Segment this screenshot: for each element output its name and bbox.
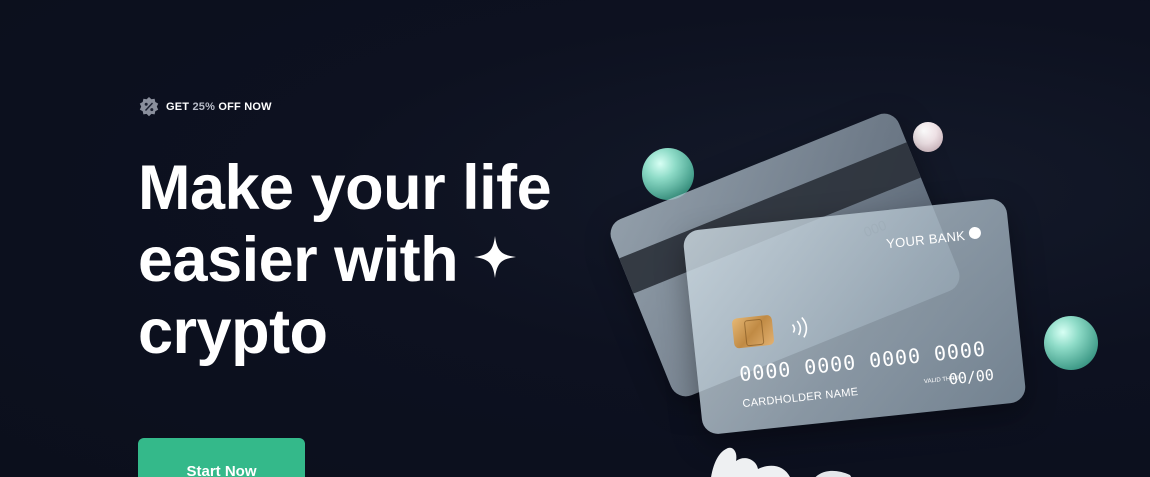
page-title: Make your life easier with crypto <box>138 152 608 368</box>
title-line-3: crypto <box>138 297 328 367</box>
pink-orb <box>913 122 943 152</box>
promo-prefix: GET <box>166 101 193 113</box>
title-line-1: Make your life <box>138 153 552 223</box>
percent-badge-icon <box>138 96 160 118</box>
sparkle-icon <box>472 223 518 295</box>
teal-orb <box>1044 316 1098 370</box>
hero-section: GET 25% OFF NOW Make your life easier wi… <box>0 0 1150 477</box>
valid-thru-label: VALID THRU <box>923 374 960 385</box>
start-now-button[interactable]: Start Now <box>138 438 305 477</box>
bank-name: YOUR BANK <box>885 228 966 252</box>
bank-logo-icon <box>968 226 982 240</box>
promo-text: GET 25% OFF NOW <box>166 101 272 113</box>
title-line-2: easier with <box>138 224 608 296</box>
promo-suffix: OFF NOW <box>215 101 272 113</box>
contactless-icon <box>788 315 813 346</box>
title-line-2-text: easier with <box>138 225 459 295</box>
promo-percent: 25% <box>192 101 216 113</box>
card-chip-icon <box>731 314 775 349</box>
credit-card-front: YOUR BANK 0000 0000 0000 0000 CARDHOLDER… <box>682 197 1027 436</box>
card-validity: VALID THRU 00/00 <box>923 366 995 391</box>
promo-badge: GET 25% OFF NOW <box>138 96 272 118</box>
hand-illustration <box>700 425 860 477</box>
cardholder-name: CARDHOLDER NAME <box>741 386 859 411</box>
card-expiry: 00/00 <box>948 365 995 389</box>
hero-illustration: 000 YOUR BANK 0000 0000 0000 0000 CARDHO… <box>600 100 1120 477</box>
